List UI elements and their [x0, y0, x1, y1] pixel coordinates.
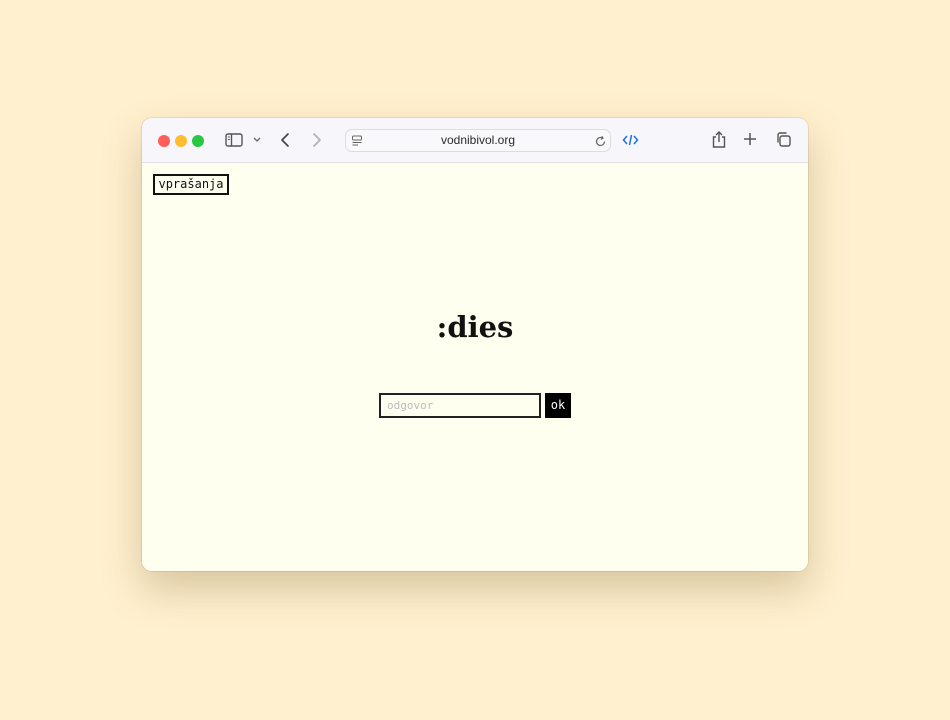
share-icon[interactable] [711, 130, 727, 149]
riddle-heading: :dies [436, 310, 514, 344]
code-icon[interactable] [622, 132, 639, 148]
url-text: vodnibivol.org [440, 133, 516, 147]
reload-icon[interactable] [594, 135, 607, 148]
minimize-window-button[interactable] [175, 135, 187, 147]
address-bar[interactable]: vodnibivol.org [345, 129, 611, 152]
back-icon[interactable] [278, 131, 292, 149]
answer-input[interactable] [379, 393, 541, 418]
browser-window: vodnibivol.org vprašanja :dies odgovor o… [142, 118, 808, 571]
maximize-window-button[interactable] [192, 135, 204, 147]
questions-link[interactable]: vprašanja [153, 174, 229, 195]
plus-icon[interactable] [743, 132, 757, 146]
tabs-overview-icon[interactable] [775, 131, 792, 148]
ok-button[interactable]: ok [545, 393, 571, 418]
chevron-down-icon[interactable] [252, 136, 262, 144]
browser-toolbar: vodnibivol.org [142, 118, 808, 163]
page-content: vprašanja :dies ok [142, 164, 808, 571]
close-window-button[interactable] [158, 135, 170, 147]
forward-icon[interactable] [310, 131, 324, 149]
sidebar-icon[interactable] [224, 132, 244, 148]
